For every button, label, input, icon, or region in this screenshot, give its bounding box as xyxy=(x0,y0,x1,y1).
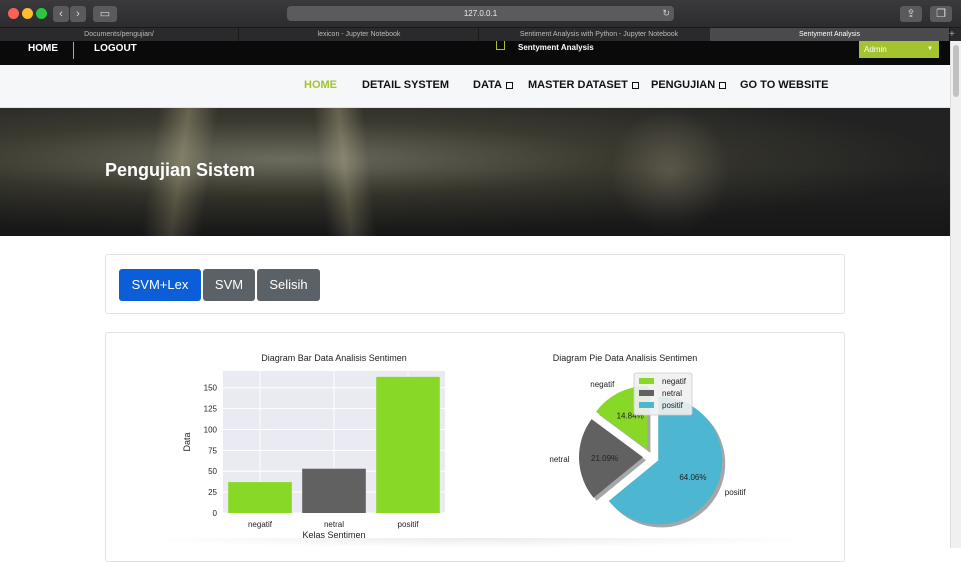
maximize-window-button[interactable] xyxy=(36,8,47,19)
nav-detail-system[interactable]: DETAIL SYSTEM xyxy=(362,79,449,91)
bar-chart-title: Diagram Bar Data Analisis Sentimen xyxy=(261,353,407,363)
dropdown-icon xyxy=(719,82,727,89)
method-tabs-card: SVM+Lex SVM Selisih xyxy=(105,254,845,314)
nav-home[interactable]: HOME xyxy=(304,79,337,91)
nav-master-dataset[interactable]: MASTER DATASET xyxy=(528,79,639,91)
bar-chart: Diagram Bar Data Analisis Sentimen 0 25 50 7… xyxy=(182,353,445,540)
url-text: 127.0.0.1 xyxy=(463,9,498,18)
nav-go-to-website-label: GO TO WEBSITE xyxy=(740,79,829,91)
charts-card: Diagram Bar Data Analisis Sentimen 0 25 50 7… xyxy=(105,332,845,562)
legend-swatch-positif xyxy=(639,402,654,408)
slice-label-negatif: negatif xyxy=(590,380,615,389)
reload-icon[interactable]: ↻ xyxy=(662,6,670,21)
top-bar: HOME LOGOUT Sentyment Analysis Admin ▼ xyxy=(0,41,950,65)
admin-label: Admin xyxy=(864,45,887,54)
close-window-button[interactable] xyxy=(8,8,19,19)
tab-svm-lex[interactable]: SVM+Lex xyxy=(119,269,201,301)
new-tab-icon[interactable]: + xyxy=(949,28,955,42)
divider xyxy=(73,42,74,59)
y-tick-label: 25 xyxy=(208,488,217,497)
y-tick-label: 0 xyxy=(213,509,218,518)
y-tick-label: 125 xyxy=(204,405,218,414)
tab-selisih[interactable]: Selisih xyxy=(257,269,320,301)
sidebar-toggle-icon[interactable]: ▭ xyxy=(93,6,117,22)
caret-down-icon: ▼ xyxy=(927,46,933,52)
pie-chart: Diagram Pie Data Analisis Sentimen14.84%… xyxy=(549,353,747,528)
browser-toolbar: ‹ › ▭ 127.0.0.1 ↻ ⇪ ❐ xyxy=(0,0,961,27)
browser-tab[interactable]: Documents/pengujian/ xyxy=(0,28,239,42)
y-tick-label: 50 xyxy=(208,467,217,476)
top-home-link[interactable]: HOME xyxy=(28,43,58,54)
y-tick-label: 150 xyxy=(204,384,218,393)
brand-title[interactable]: Sentyment Analysis xyxy=(518,43,594,52)
legend-swatch-netral xyxy=(639,390,654,396)
shadow xyxy=(130,538,830,548)
nav-go-to-website[interactable]: GO TO WEBSITE xyxy=(740,79,828,91)
nav-detail-system-label: DETAIL SYSTEM xyxy=(362,79,449,91)
legend-swatch-negatif xyxy=(639,378,654,384)
y-tick-label: 100 xyxy=(204,425,218,434)
pie-legend: negatif netral positif xyxy=(633,372,693,416)
slice-label-positif: positif xyxy=(725,488,747,497)
x-tick-label: netral xyxy=(324,520,344,529)
browser-tab[interactable]: lexicon - Jupyter Notebook xyxy=(240,28,479,42)
x-tick-label: positif xyxy=(398,520,420,529)
legend-label-negatif: negatif xyxy=(662,377,687,386)
browser-tab-active[interactable]: Sentyment Analysis xyxy=(710,28,950,42)
share-icon[interactable]: ⇪ xyxy=(900,6,922,22)
nav-master-dataset-label: MASTER DATASET xyxy=(528,79,628,91)
tabs-overview-icon[interactable]: ❐ xyxy=(930,6,952,22)
hero-banner: Pengujian Sistem xyxy=(0,108,950,236)
bar-netral xyxy=(302,468,366,513)
legend-label-netral: netral xyxy=(662,389,682,398)
admin-dropdown[interactable]: Admin ▼ xyxy=(859,41,939,58)
logout-link[interactable]: LOGOUT xyxy=(94,43,137,54)
scrollbar[interactable] xyxy=(950,41,961,548)
dropdown-icon xyxy=(631,82,639,89)
bar-negatif xyxy=(228,482,292,513)
brand-logo-icon xyxy=(496,41,505,50)
nav-home-label: HOME xyxy=(304,79,337,91)
slice-percent-netral: 21.09% xyxy=(591,454,618,463)
browser-tab[interactable]: Sentiment Analysis with Python - Jupyter… xyxy=(480,28,719,42)
scrollbar-thumb[interactable] xyxy=(953,45,959,97)
minimize-window-button[interactable] xyxy=(22,8,33,19)
bar-positif xyxy=(376,376,440,513)
slice-percent-positif: 64.06% xyxy=(679,473,706,482)
legend-label-positif: positif xyxy=(662,401,684,410)
y-axis-label: Data xyxy=(182,432,192,451)
pie-chart-title: Diagram Pie Data Analisis Sentimen xyxy=(553,353,698,363)
forward-icon[interactable]: › xyxy=(70,6,86,22)
nav-pengujian-label: PENGUJIAN xyxy=(651,79,716,91)
main-nav: HOME DETAIL SYSTEM DATA MASTER DATASET P… xyxy=(0,65,950,108)
back-icon[interactable]: ‹ xyxy=(53,6,69,22)
tab-svm[interactable]: SVM xyxy=(203,269,255,301)
slice-label-netral: netral xyxy=(549,455,569,464)
nav-data[interactable]: DATA xyxy=(473,79,513,91)
nav-data-label: DATA xyxy=(473,79,502,91)
main-content: SVM+Lex SVM Selisih Diagram Bar Data Ana… xyxy=(0,236,950,562)
nav-pengujian[interactable]: PENGUJIAN xyxy=(651,79,727,91)
tab-strip: Documents/pengujian/ lexicon - Jupyter N… xyxy=(0,27,961,42)
y-tick-label: 75 xyxy=(208,446,217,455)
page-title: Pengujian Sistem xyxy=(105,160,256,180)
dropdown-icon xyxy=(505,82,513,89)
x-tick-label: negatif xyxy=(248,520,273,529)
url-bar[interactable]: 127.0.0.1 ↻ xyxy=(287,6,674,21)
